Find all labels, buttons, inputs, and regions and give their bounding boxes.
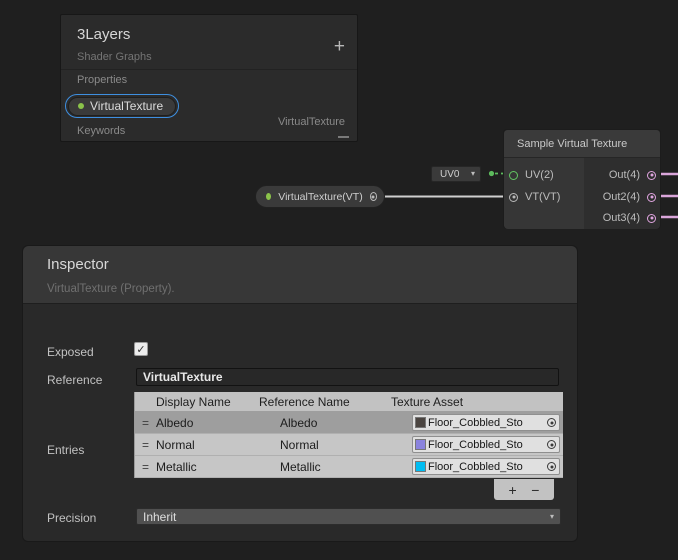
inspector-subtitle: VirtualTexture (Property). — [47, 283, 175, 295]
inspector-title: Inspector — [47, 256, 109, 273]
sample-virtual-texture-node[interactable]: Sample Virtual Texture UV(2) VT(VT) Out(… — [503, 129, 661, 229]
entries-label: Entries — [47, 443, 84, 457]
port-row-out1: Out(4) — [609, 169, 656, 181]
entry-display-name: Normal — [156, 438, 280, 452]
texture-asset-name: Floor_Cobbled_Sto — [428, 461, 544, 473]
virtualtexture-property-node[interactable]: VirtualTexture(VT) — [255, 185, 385, 208]
object-picker-icon — [547, 418, 556, 427]
entries-table: Display Name Reference Name Texture Asse… — [134, 392, 563, 478]
uv-input-port[interactable] — [509, 171, 518, 180]
property-type-label: VirtualTexture — [278, 116, 345, 128]
out1-label: Out(4) — [609, 169, 640, 181]
entry-row-albedo[interactable]: = Albedo Albedo Floor_Cobbled_Sto — [135, 412, 563, 434]
entries-list-footer: + − — [494, 479, 554, 500]
reference-label: Reference — [47, 373, 102, 387]
add-entry-button[interactable]: + — [509, 483, 517, 497]
property-pill-label: VirtualTexture — [90, 99, 163, 113]
drag-handle-icon[interactable]: = — [135, 460, 156, 474]
port-row-out2: Out2(4) — [603, 191, 656, 203]
port-row-uv: UV(2) — [509, 169, 554, 181]
object-picker-icon — [547, 462, 556, 471]
uv-channel-dropdown[interactable]: UV0 ▾ — [431, 166, 481, 182]
remove-entry-button[interactable]: − — [531, 483, 539, 497]
add-property-button[interactable]: + — [334, 37, 345, 56]
texture-swatch — [415, 417, 426, 428]
drag-handle-icon[interactable]: = — [135, 416, 156, 430]
exposed-checkbox[interactable]: ✓ — [134, 342, 148, 356]
entry-row-normal[interactable]: = Normal Normal Floor_Cobbled_Sto — [135, 434, 563, 456]
keywords-section-label: Keywords — [77, 125, 125, 137]
property-pill-virtualtexture[interactable]: VirtualTexture — [68, 97, 176, 116]
texture-swatch — [415, 461, 426, 472]
texture-swatch — [415, 439, 426, 450]
entry-row-metallic[interactable]: = Metallic Metallic Floor_Cobbled_Sto — [135, 456, 563, 478]
texture-asset-field[interactable]: Floor_Cobbled_Sto — [412, 414, 560, 431]
check-icon: ✓ — [136, 343, 145, 356]
node-title: Sample Virtual Texture — [517, 138, 627, 150]
node-header[interactable]: Sample Virtual Texture — [504, 130, 660, 158]
precision-value: Inherit — [143, 510, 176, 524]
out3-port[interactable] — [647, 214, 656, 223]
property-exposed-dot — [78, 103, 84, 109]
reference-value: VirtualTexture — [143, 370, 223, 384]
shader-graph-editor: 3Layers + Shader Graphs Properties Virtu… — [0, 0, 678, 560]
exposed-label: Exposed — [47, 345, 94, 359]
blackboard-panel: 3Layers + Shader Graphs Properties Virtu… — [60, 14, 358, 142]
texture-asset-name: Floor_Cobbled_Sto — [428, 417, 544, 429]
resize-grip[interactable] — [338, 136, 349, 138]
property-selection-outline: VirtualTexture — [65, 94, 179, 118]
entry-display-name: Metallic — [156, 460, 280, 474]
object-picker-button[interactable] — [544, 459, 559, 474]
entry-reference-name: Albedo — [280, 416, 413, 430]
out2-port[interactable] — [647, 193, 656, 202]
divider — [61, 69, 357, 70]
precision-label: Precision — [47, 511, 96, 525]
inspector-header: Inspector VirtualTexture (Property). — [23, 246, 577, 304]
texture-asset-field[interactable]: Floor_Cobbled_Sto — [412, 458, 560, 475]
col-header-reference-name: Reference Name — [259, 395, 391, 409]
entries-table-header: Display Name Reference Name Texture Asse… — [135, 392, 563, 412]
entry-reference-name: Metallic — [280, 460, 413, 474]
blackboard-title: 3Layers — [77, 26, 130, 43]
uv-edge-stub-dot — [489, 171, 494, 176]
col-header-display-name: Display Name — [135, 395, 259, 409]
blackboard-subtitle: Shader Graphs — [77, 51, 152, 63]
reference-input[interactable]: VirtualTexture — [136, 368, 559, 386]
port-row-vt: VT(VT) — [509, 191, 560, 203]
vt-input-port[interactable] — [509, 193, 518, 202]
object-picker-button[interactable] — [544, 415, 559, 430]
texture-asset-field[interactable]: Floor_Cobbled_Sto — [412, 436, 560, 453]
uv-channel-value: UV0 — [440, 169, 459, 180]
uv-input-label: UV(2) — [525, 169, 554, 181]
col-header-texture-asset: Texture Asset — [391, 395, 563, 409]
chevron-down-icon: ▾ — [550, 513, 554, 521]
out1-port[interactable] — [647, 171, 656, 180]
chevron-down-icon: ▾ — [471, 170, 475, 178]
property-exposed-dot — [266, 193, 271, 200]
entry-reference-name: Normal — [280, 438, 413, 452]
object-picker-icon — [547, 440, 556, 449]
precision-dropdown[interactable]: Inherit ▾ — [136, 508, 561, 525]
texture-asset-name: Floor_Cobbled_Sto — [428, 439, 544, 451]
node-body: UV(2) VT(VT) Out(4) Out2(4) Out3(4) — [504, 158, 660, 229]
out3-label: Out3(4) — [603, 212, 640, 224]
vt-input-label: VT(VT) — [525, 191, 560, 203]
port-row-out3: Out3(4) — [603, 212, 656, 224]
property-node-label: VirtualTexture(VT) — [278, 191, 362, 203]
property-node-output-port[interactable] — [370, 192, 377, 201]
object-picker-button[interactable] — [544, 437, 559, 452]
drag-handle-icon[interactable]: = — [135, 438, 156, 452]
entry-display-name: Albedo — [156, 416, 280, 430]
out2-label: Out2(4) — [603, 191, 640, 203]
inspector-panel: Inspector VirtualTexture (Property). Exp… — [22, 245, 578, 542]
properties-section-label: Properties — [77, 74, 127, 86]
